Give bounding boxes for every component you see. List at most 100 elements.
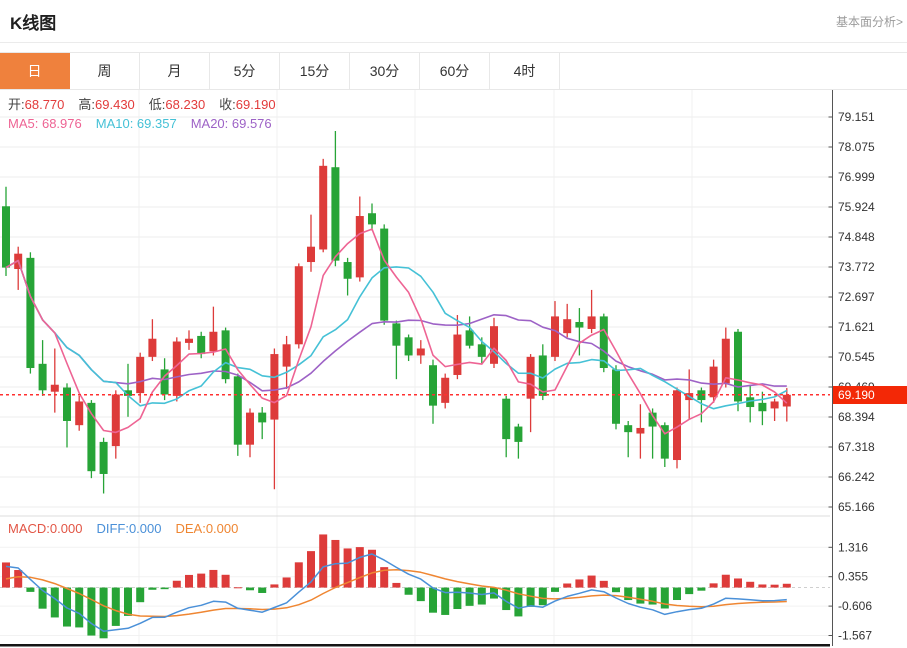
- candle: [344, 262, 352, 279]
- macd-bar: [258, 588, 266, 593]
- kline-widget: K线图 基本面分析> 日周月5分15分30分60分4时 79.151 78.075…: [0, 0, 907, 648]
- macd-bar: [539, 588, 547, 606]
- tab-period-7[interactable]: 4时: [490, 53, 560, 89]
- macd-bar: [429, 588, 437, 613]
- macd-bar: [185, 575, 193, 588]
- candle: [466, 330, 474, 345]
- price-tick-label: 75.924: [838, 200, 875, 214]
- ma-readout: MA5: 68.976 MA10: 69.357 MA20: 69.576: [8, 116, 286, 131]
- candle: [636, 428, 644, 434]
- readout-pair: MA5: 68.976: [8, 116, 82, 131]
- macd-bar: [51, 588, 59, 618]
- macd-bar: [148, 588, 156, 590]
- macd-bar: [600, 581, 608, 588]
- candle: [270, 354, 278, 420]
- candle: [478, 344, 486, 357]
- macd-bar: [14, 570, 22, 588]
- readout-label: MA10:: [96, 116, 137, 131]
- readout-pair: 开:68.770: [8, 97, 64, 112]
- candle: [75, 401, 83, 425]
- candle: [39, 364, 47, 390]
- candle: [392, 323, 400, 345]
- readout-label: DIFF:: [96, 521, 129, 536]
- readout-value: 68.976: [42, 116, 82, 131]
- macd-bar: [771, 585, 779, 588]
- readout-pair: 收:69.190: [219, 97, 275, 112]
- candle: [758, 403, 766, 411]
- bottom-axis-line: [0, 644, 830, 647]
- diff-line: [6, 554, 787, 631]
- candle: [26, 258, 34, 368]
- macd-bar: [661, 588, 669, 609]
- readout-value: 69.357: [137, 116, 177, 131]
- candle: [356, 216, 364, 277]
- readout-value: 69.430: [95, 97, 135, 112]
- readout-pair: MACD:0.000: [8, 521, 82, 536]
- tab-period-2[interactable]: 月: [140, 53, 210, 89]
- fundamental-analysis-link[interactable]: 基本面分析>: [836, 13, 903, 30]
- tab-period-4[interactable]: 15分: [280, 53, 350, 89]
- candle: [307, 247, 315, 262]
- macd-bar: [124, 588, 132, 616]
- macd-bar: [417, 588, 425, 602]
- candle: [722, 339, 730, 384]
- candle: [258, 413, 266, 423]
- macd-bar: [136, 588, 144, 603]
- readout-label: 开:: [8, 97, 25, 112]
- price-tick-label: 78.075: [838, 140, 875, 154]
- readout-pair: DEA:0.000: [175, 521, 238, 536]
- candle: [551, 316, 559, 356]
- macd-bar: [563, 583, 571, 587]
- macd-bar: [710, 583, 718, 587]
- price-tick-label: 73.772: [838, 260, 875, 274]
- candle: [319, 166, 327, 250]
- readout-label: 低:: [149, 97, 166, 112]
- candle: [136, 357, 144, 393]
- macd-tick-label: 0.355: [838, 570, 868, 584]
- macd-bar: [636, 588, 644, 604]
- candle: [380, 229, 388, 321]
- widget-header: K线图 基本面分析>: [0, 0, 907, 43]
- tab-period-6[interactable]: 60分: [420, 53, 490, 89]
- macd-bar: [246, 588, 254, 591]
- readout-pair: MA20: 69.576: [191, 116, 272, 131]
- macd-bar: [722, 575, 730, 588]
- tab-period-0[interactable]: 日: [0, 53, 70, 89]
- candle: [502, 399, 510, 439]
- macd-bar: [746, 582, 754, 588]
- readout-pair: 高:69.430: [78, 97, 134, 112]
- price-tick-label: 74.848: [838, 230, 875, 244]
- macd-bar: [161, 588, 169, 590]
- macd-bar: [697, 588, 705, 591]
- macd-bar: [295, 562, 303, 587]
- price-tick-label: 70.545: [838, 350, 875, 364]
- tab-period-5[interactable]: 30分: [350, 53, 420, 89]
- readout-pair: MA10: 69.357: [96, 116, 177, 131]
- readout-value: 0.000: [206, 521, 239, 536]
- tab-period-1[interactable]: 周: [70, 53, 140, 89]
- readout-pair: DIFF:0.000: [96, 521, 161, 536]
- macd-bar: [734, 578, 742, 587]
- macd-bar: [685, 588, 693, 595]
- tab-period-3[interactable]: 5分: [210, 53, 280, 89]
- macd-bar: [575, 579, 583, 587]
- readout-value: 68.770: [25, 97, 65, 112]
- macd-bar: [234, 587, 242, 588]
- macd-bar: [173, 581, 181, 588]
- candle: [734, 332, 742, 402]
- page-title: K线图: [10, 9, 56, 34]
- candle: [63, 388, 71, 421]
- last-price-tag: 69.190: [833, 386, 907, 404]
- readout-label: 收:: [219, 97, 236, 112]
- price-tick-label: 79.151: [838, 110, 875, 124]
- readout-value: 0.000: [50, 521, 83, 536]
- last-price-value: 69.190: [838, 388, 875, 402]
- candle: [148, 339, 156, 357]
- period-tabs: 日周月5分15分30分60分4时: [0, 52, 907, 90]
- macd-bar: [673, 588, 681, 600]
- price-tick-label: 76.999: [838, 170, 875, 184]
- tabs-filler: [560, 53, 907, 89]
- price-tick-label: 68.394: [838, 410, 875, 424]
- macd-readout: MACD:0.000DIFF:0.000DEA:0.000: [8, 521, 252, 536]
- price-tick-label: 71.621: [838, 320, 875, 334]
